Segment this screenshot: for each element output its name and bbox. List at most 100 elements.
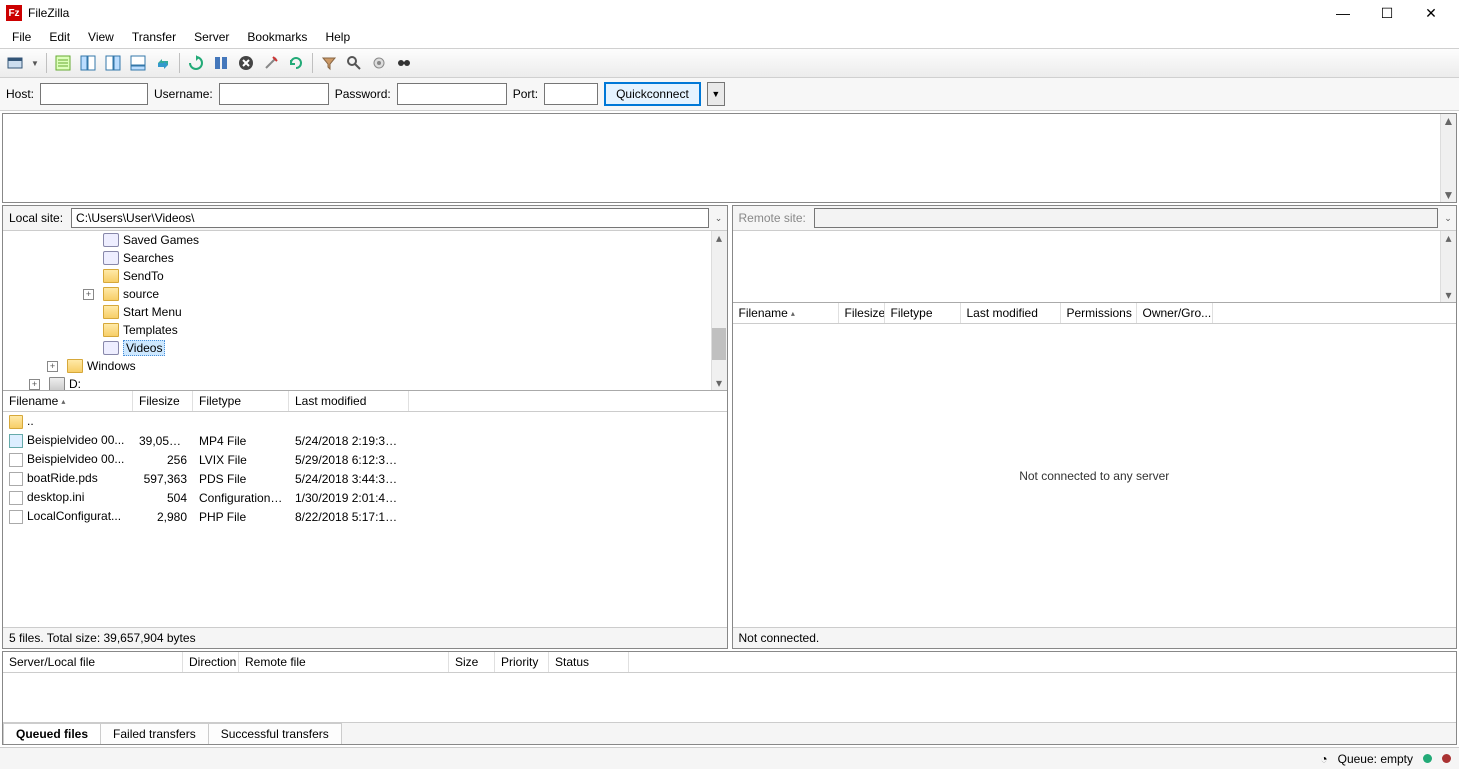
log-scrollbar[interactable]: ▲▼ — [1440, 114, 1456, 202]
message-log[interactable]: ▲▼ — [2, 113, 1457, 203]
file-row[interactable]: Beispielvideo 00...39,056,801MP4 File5/2… — [3, 431, 727, 450]
quickconnect-button[interactable]: Quickconnect — [604, 82, 701, 106]
remote-tree[interactable]: ▴▾ — [733, 231, 1457, 303]
file-name-cell: LocalConfigurat... — [3, 509, 133, 524]
menu-server[interactable]: Server — [186, 28, 237, 46]
menu-file[interactable]: File — [4, 28, 39, 46]
queue-indicator-icon: ◔ — [1320, 752, 1327, 766]
column-header[interactable]: Status — [549, 652, 629, 672]
site-manager-button[interactable] — [4, 52, 26, 74]
file-row[interactable]: boatRide.pds597,363PDS File5/24/2018 3:4… — [3, 469, 727, 488]
column-header[interactable]: Last modified — [961, 303, 1061, 323]
host-input[interactable] — [40, 83, 148, 105]
compare-button[interactable] — [343, 52, 365, 74]
site-manager-dropdown[interactable]: ▼ — [29, 52, 41, 74]
settings-button[interactable] — [368, 52, 390, 74]
local-path-input[interactable] — [71, 208, 708, 228]
special-icon — [103, 251, 119, 265]
maximize-button[interactable]: ☐ — [1373, 5, 1401, 22]
column-header[interactable]: Filesize — [839, 303, 885, 323]
column-header[interactable]: Filetype — [885, 303, 961, 323]
port-input[interactable] — [544, 83, 598, 105]
tree-expander-icon[interactable]: + — [29, 379, 40, 390]
filter-button[interactable] — [318, 52, 340, 74]
local-path-dropdown[interactable]: ⌄ — [711, 213, 727, 224]
toggle-log-button[interactable] — [52, 52, 74, 74]
disconnect-button[interactable] — [260, 52, 282, 74]
column-header[interactable]: Priority — [495, 652, 549, 672]
username-label: Username: — [154, 87, 213, 101]
queue-list[interactable] — [3, 673, 1456, 722]
cancel-button[interactable] — [235, 52, 257, 74]
tree-expander-icon[interactable]: + — [83, 289, 94, 300]
menu-transfer[interactable]: Transfer — [124, 28, 184, 46]
username-input[interactable] — [219, 83, 329, 105]
queue-tab[interactable]: Queued files — [3, 723, 101, 744]
column-header[interactable]: Filetype — [193, 391, 289, 411]
file-row[interactable]: LocalConfigurat...2,980PHP File8/22/2018… — [3, 507, 727, 526]
password-input[interactable] — [397, 83, 507, 105]
special-icon — [103, 233, 119, 247]
local-file-list[interactable]: ..Beispielvideo 00...39,056,801MP4 File5… — [3, 412, 727, 627]
menu-bookmarks[interactable]: Bookmarks — [239, 28, 315, 46]
tree-item[interactable]: Templates — [3, 321, 727, 339]
app-title: FileZilla — [28, 6, 1329, 20]
file-name-cell: Beispielvideo 00... — [3, 452, 133, 467]
remote-path-input[interactable] — [814, 208, 1438, 228]
column-header[interactable]: Filename▴ — [3, 391, 133, 411]
remote-path-dropdown[interactable]: ⌄ — [1440, 213, 1456, 224]
column-header[interactable]: Size — [449, 652, 495, 672]
tree-item-label: Start Menu — [123, 305, 182, 319]
column-header[interactable]: Filesize — [133, 391, 193, 411]
tree-item[interactable]: +Windows — [3, 357, 727, 375]
minimize-button[interactable]: — — [1329, 5, 1357, 22]
local-tree[interactable]: Saved GamesSearchesSendTo+source Start Me… — [3, 231, 727, 391]
toggle-queue-button[interactable] — [127, 52, 149, 74]
password-label: Password: — [335, 87, 391, 101]
refresh-button[interactable] — [185, 52, 207, 74]
queue-tab[interactable]: Failed transfers — [100, 723, 209, 744]
sync-browsing-button[interactable] — [152, 52, 174, 74]
toolbar-separator — [312, 53, 313, 73]
file-size-cell: 39,056,801 — [133, 434, 193, 448]
menu-edit[interactable]: Edit — [41, 28, 78, 46]
tree-item[interactable]: SendTo — [3, 267, 727, 285]
column-header[interactable]: Direction — [183, 652, 239, 672]
tree-item[interactable]: Searches — [3, 249, 727, 267]
quickconnect-bar: Host: Username: Password: Port: Quickcon… — [0, 78, 1459, 111]
tree-item[interactable]: Start Menu — [3, 303, 727, 321]
menu-help[interactable]: Help — [317, 28, 358, 46]
search-button[interactable] — [393, 52, 415, 74]
close-button[interactable]: ✕ — [1417, 5, 1445, 22]
tree-item[interactable]: +source — [3, 285, 727, 303]
reconnect-button[interactable] — [285, 52, 307, 74]
remote-tree-scrollbar[interactable]: ▴▾ — [1440, 231, 1456, 302]
port-label: Port: — [513, 87, 538, 101]
local-tree-scrollbar[interactable]: ▴▾ — [711, 231, 727, 390]
tree-expander-icon[interactable]: + — [47, 361, 58, 372]
menu-view[interactable]: View — [80, 28, 122, 46]
queue-tab[interactable]: Successful transfers — [208, 723, 342, 744]
file-row[interactable]: Beispielvideo 00...256LVIX File5/29/2018… — [3, 450, 727, 469]
column-header[interactable]: Server/Local file — [3, 652, 183, 672]
column-header[interactable]: Permissions — [1061, 303, 1137, 323]
file-row[interactable]: .. — [3, 412, 727, 431]
toggle-local-tree-button[interactable] — [77, 52, 99, 74]
folder-icon — [9, 415, 23, 429]
column-header[interactable]: Last modified — [289, 391, 409, 411]
column-header[interactable]: Owner/Gro... — [1137, 303, 1213, 323]
column-header[interactable]: Filename▴ — [733, 303, 839, 323]
quickconnect-history-dropdown[interactable]: ▼ — [707, 82, 725, 106]
column-header-label: Size — [455, 655, 478, 669]
toggle-remote-tree-button[interactable] — [102, 52, 124, 74]
column-header[interactable]: Remote file — [239, 652, 449, 672]
column-header-label: Filetype — [199, 394, 241, 408]
file-name: Beispielvideo 00... — [27, 452, 124, 466]
file-row[interactable]: desktop.ini504Configuration ...1/30/2019… — [3, 488, 727, 507]
column-header-label: Server/Local file — [9, 655, 95, 669]
process-queue-button[interactable] — [210, 52, 232, 74]
remote-file-list[interactable]: Not connected to any server — [733, 324, 1457, 627]
tree-item[interactable]: Videos — [3, 339, 727, 357]
tree-item[interactable]: Saved Games — [3, 231, 727, 249]
tree-item[interactable]: +D: — [3, 375, 727, 391]
